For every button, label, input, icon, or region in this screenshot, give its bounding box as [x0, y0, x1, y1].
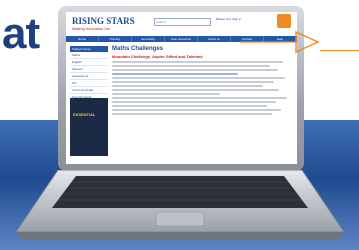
orange-corner-badge [277, 14, 291, 28]
sidebar-item[interactable]: Assessment [70, 73, 108, 80]
text-line [112, 97, 287, 99]
text-line [112, 73, 238, 75]
sidebar-item[interactable]: English [70, 59, 108, 66]
text-line [112, 109, 282, 111]
text-line [112, 69, 278, 71]
site-tagline: Making education fun [72, 26, 111, 31]
nav-item-home[interactable]: Home [66, 36, 99, 42]
orange-rule [320, 50, 359, 51]
text-line [112, 85, 264, 87]
sidebar-item[interactable]: Maths [70, 52, 108, 59]
nav-item-primary[interactable]: Primary [99, 36, 132, 42]
header-links[interactable]: Basket (0) | Sign in [216, 17, 241, 21]
sidebar-item[interactable]: ICT [70, 80, 108, 87]
text-line [112, 81, 274, 83]
text-line [112, 93, 220, 95]
nav-item-free-resources[interactable]: Free resources [165, 36, 198, 42]
text-line [112, 101, 276, 103]
text-line [112, 105, 267, 107]
headline-text: at [2, 9, 40, 58]
sidebar-advert[interactable]: ESSENTIAL [70, 98, 108, 156]
laptop-keyboard-deck [16, 170, 344, 240]
sidebar-item[interactable]: Cross-curricular [70, 87, 108, 94]
orange-arrow-icon [240, 30, 320, 54]
nav-item-secondary[interactable]: Secondary [132, 36, 165, 42]
search-input[interactable]: Search [154, 18, 211, 26]
nav-item-about[interactable]: About us [198, 36, 231, 42]
advert-text: ESSENTIAL [73, 112, 96, 117]
sidebar-item[interactable]: Science [70, 66, 108, 73]
site-logo[interactable]: RISING STARS [72, 16, 135, 26]
text-line [112, 89, 280, 91]
text-line [112, 77, 285, 79]
text-line [112, 113, 273, 115]
